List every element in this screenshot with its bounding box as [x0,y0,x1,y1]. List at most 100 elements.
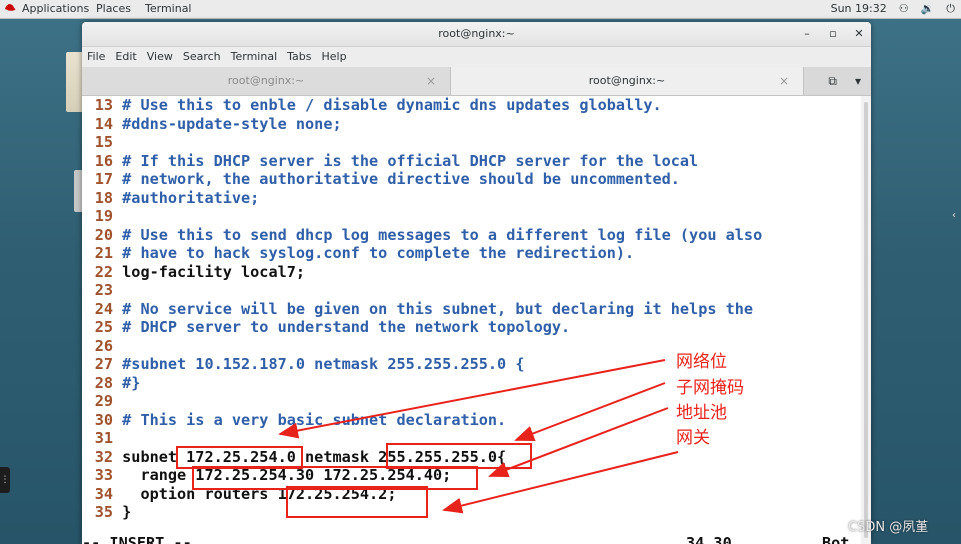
vim-status-line: -- INSERT -- 34,30 Bot [82,534,861,544]
line-text: # No service will be given on this subne… [122,299,754,318]
line-text: # Use this to enble / disable dynamic dn… [122,96,662,114]
line-text: log-facility local7; [122,262,306,281]
side-panel-handle[interactable]: ⋮ [0,467,10,493]
editor-line: 29 [82,392,122,411]
line-text: # DHCP server to understand the network … [122,318,571,336]
new-tab-icon[interactable]: ⧉ [828,74,837,89]
editor-line: 17 # network, the authoritative directiv… [82,170,680,189]
editor-line: 14 #ddns-update-style none; [82,115,342,134]
line-number: 22 [94,262,113,281]
line-text: # This is a very basic subnet declaratio… [122,410,507,429]
line-text: # network, the authoritative directive s… [122,170,680,188]
line-text: # have to hack syslog.conf to complete t… [122,244,635,262]
editor-line: 16 # If this DHCP server is the official… [82,151,699,171]
line-number: 24 [94,299,113,318]
line-text: #authoritative; [122,188,260,207]
chevron-left-icon[interactable]: ‹ [952,210,961,224]
line-number: 15 [94,133,113,151]
scrollbar[interactable] [861,96,871,544]
editor-line: 18 #authoritative; [82,188,260,208]
minimize-button[interactable]: – [801,22,813,46]
line-number: 18 [94,188,113,207]
editor-line: 22 log-facility local7; [82,263,305,282]
editor-line: 23 [82,281,122,300]
chevron-down-icon[interactable]: ▾ [855,74,861,88]
menu-view[interactable]: View [142,47,178,67]
editor-line: 35 } [82,503,132,522]
applications-menu[interactable]: Applications [22,2,89,16]
line-number: 13 [94,96,113,114]
line-number: 30 [94,410,113,429]
places-menu[interactable]: Places [96,2,131,16]
menu-tabs[interactable]: Tabs [282,47,316,67]
close-icon[interactable]: × [779,67,789,95]
window-titlebar[interactable]: root@nginx:~ – ▫ ✕ [82,22,871,47]
volume-icon[interactable]: 🔉 [921,2,935,16]
annotation-label-pool: 地址池 [676,403,727,423]
line-number: 26 [94,336,113,355]
line-text: #} [122,373,141,392]
line-number: 25 [94,318,113,336]
line-number: 33 [94,466,113,484]
network-icon[interactable]: ⚇ [899,2,909,16]
tab-terminal-1[interactable]: root@nginx:~ × [82,67,450,95]
terminal-menu[interactable]: Terminal [145,2,192,16]
tab-terminal-2[interactable]: root@nginx:~ × [450,67,804,95]
line-number: 17 [94,170,113,188]
power-icon[interactable]: ⏻ [946,2,955,16]
line-text: # If this DHCP server is the official DH… [122,151,699,170]
editor-line: 27 #subnet 10.152.187.0 netmask 255.255.… [82,355,525,374]
annotation-label-netmask: 子网掩码 [676,378,744,398]
menu-file[interactable]: File [82,47,110,67]
window-title: root@nginx:~ [438,27,515,40]
redhat-icon [5,4,16,11]
menu-search[interactable]: Search [178,47,226,67]
editor-line: 21 # have to hack syslog.conf to complet… [82,244,635,263]
scroll-position: Bot [822,534,850,544]
editor-line: 13 # Use this to enble / disable dynamic… [82,96,662,115]
line-number: 35 [94,503,113,521]
annotation-label-network: 网络位 [676,352,727,372]
editor-line: 24 # No service will be given on this su… [82,300,753,319]
tab-bar: root@nginx:~ × root@nginx:~ × ⧉ ▾ [82,67,871,96]
line-number: 29 [94,392,113,410]
close-icon[interactable]: × [426,67,436,95]
menu-help[interactable]: Help [317,47,352,67]
clock[interactable]: Sun 19:32 [831,2,887,16]
cursor-position: 34,30 [686,534,732,544]
line-number: 16 [94,151,113,170]
editor-line: 19 [82,207,122,226]
editor-line: 31 [82,429,122,448]
watermark: CSDN @夙堇 [848,520,929,535]
menu-terminal[interactable]: Terminal [226,47,283,67]
line-text: # Use this to send dhcp log messages to … [122,225,763,244]
menu-bar: File Edit View Search Terminal Tabs Help [82,47,871,67]
line-text: #subnet 10.152.187.0 netmask 255.255.255… [122,355,525,373]
editor-line: 20 # Use this to send dhcp log messages … [82,225,763,245]
editor-line: 25 # DHCP server to understand the netwo… [82,318,571,337]
tab-label: root@nginx:~ [588,74,666,87]
line-number: 34 [94,484,113,503]
annotation-box-gateway [286,486,428,518]
top-panel: Applications Places Terminal Sun 19:32 ⚇… [0,0,961,19]
line-number: 14 [94,114,113,133]
line-number: 21 [94,244,113,262]
scrollbar-thumb[interactable] [864,102,868,538]
line-number: 27 [94,355,113,373]
editor-line: 28 #} [82,373,141,393]
line-text: #ddns-update-style none; [122,114,342,133]
vim-mode: -- INSERT -- [82,534,192,544]
menu-edit[interactable]: Edit [110,47,141,67]
tab-label: root@nginx:~ [227,74,305,87]
line-number: 31 [94,429,113,447]
line-number: 28 [94,373,113,392]
line-number: 23 [94,281,113,299]
editor-line: 26 [82,337,122,356]
line-number: 32 [94,447,113,466]
editor-line: 15 [82,133,122,152]
maximize-button[interactable]: ▫ [827,22,839,46]
close-button[interactable]: ✕ [853,22,865,46]
editor-line: 30 # This is a very basic subnet declara… [82,410,507,430]
line-number: 20 [94,225,113,244]
annotation-label-gateway: 网关 [676,428,710,448]
